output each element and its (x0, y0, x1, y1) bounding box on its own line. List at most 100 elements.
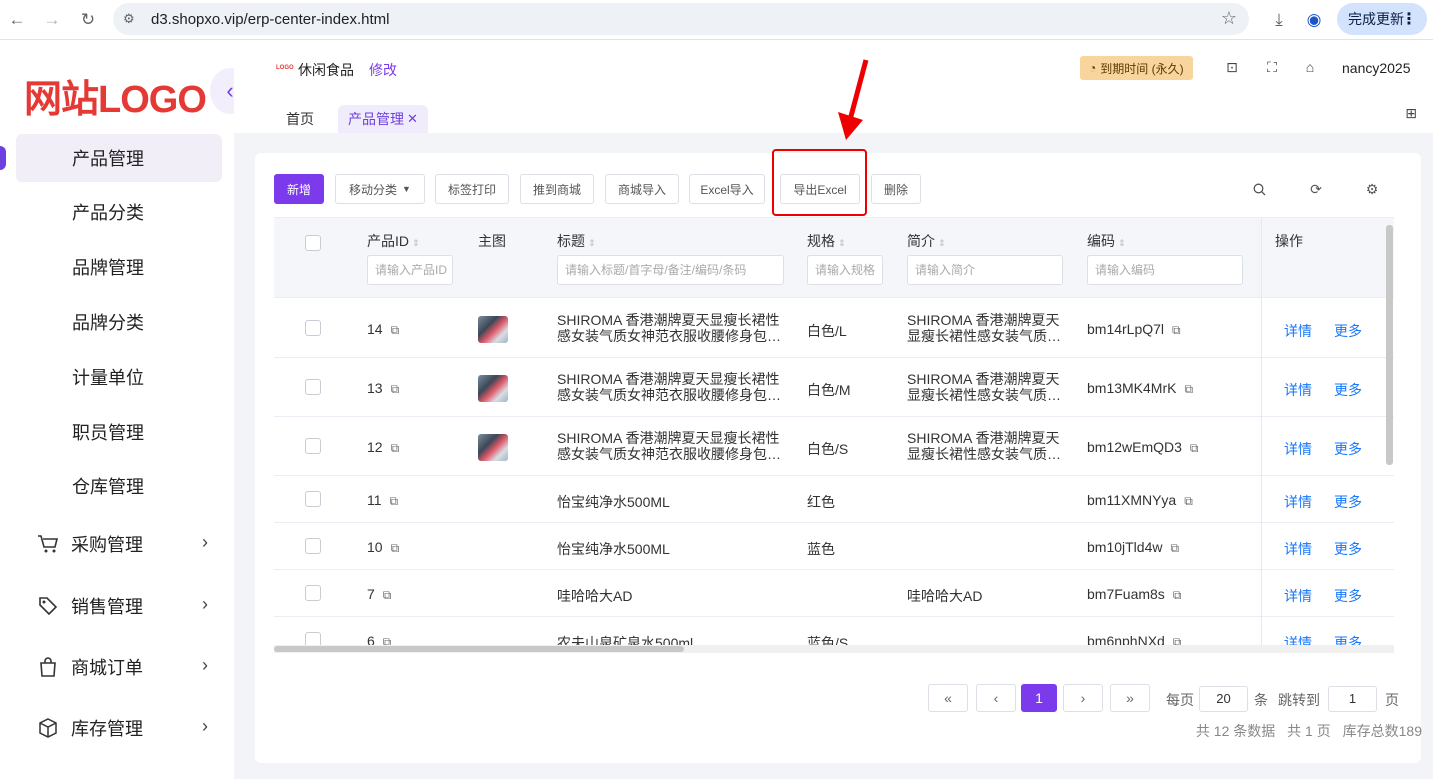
sidebar-group-purchase[interactable]: 采购管理 › (16, 520, 222, 568)
more-link[interactable]: 更多 (1334, 539, 1362, 559)
more-link[interactable]: 更多 (1334, 586, 1362, 606)
sidebar-item-product-category[interactable]: 产品分类 (16, 188, 222, 236)
back-icon[interactable]: ← (5, 8, 29, 32)
store-icon[interactable]: ⊡ (1223, 58, 1241, 76)
copy-icon[interactable]: ⧉ (1190, 441, 1199, 455)
row-checkbox[interactable] (305, 438, 321, 454)
tab-home[interactable]: 首页 (276, 105, 324, 133)
id-filter-input[interactable]: 请输入产品ID (367, 255, 453, 285)
tab-product-management[interactable]: 产品管理 ✕ (338, 105, 428, 133)
sidebar-item-unit[interactable]: 计量单位 (16, 353, 222, 401)
table-row[interactable]: 14 ⧉ SHIROMA 香港潮牌夏天显瘦长裙性感女装气质女神范衣服收腰修身包… … (274, 299, 1394, 358)
last-page-button[interactable]: » (1110, 684, 1150, 712)
reload-icon[interactable]: ↻ (76, 8, 100, 32)
prev-page-button[interactable]: ‹ (976, 684, 1016, 712)
table-row[interactable]: 11 ⧉ 怡宝纯净水500ML 红色 bm11XMNYya ⧉ 详情 更多 (274, 476, 1394, 523)
bookmark-star-icon[interactable]: ☆ (1221, 8, 1237, 29)
detail-link[interactable]: 详情 (1284, 492, 1312, 512)
sidebar-item-warehouse[interactable]: 仓库管理 (16, 462, 222, 510)
more-link[interactable]: 更多 (1334, 439, 1362, 459)
row-checkbox[interactable] (305, 491, 321, 507)
per-page-input[interactable]: 20 (1199, 686, 1248, 712)
download-icon[interactable]: ⤓ (1267, 8, 1291, 32)
row-checkbox[interactable] (305, 538, 321, 554)
row-checkbox[interactable] (305, 585, 321, 601)
more-link[interactable]: 更多 (1334, 380, 1362, 400)
table-row[interactable]: 12 ⧉ SHIROMA 香港潮牌夏天显瘦长裙性感女装气质女神范衣服收腰修身包… … (274, 417, 1394, 476)
scrollbar-thumb[interactable] (274, 646, 684, 652)
jump-page-input[interactable]: 1 (1328, 686, 1377, 712)
copy-icon[interactable]: ⧉ (390, 494, 399, 508)
column-header-desc[interactable]: 简介 ⇕ (907, 231, 946, 251)
copy-icon[interactable]: ⧉ (391, 541, 400, 555)
copy-icon[interactable]: ⧉ (391, 323, 400, 337)
sidebar-item-staff[interactable]: 职员管理 (16, 408, 222, 456)
search-icon[interactable] (1250, 180, 1268, 198)
column-header-title[interactable]: 标题 ⇕ (557, 231, 596, 251)
sort-icon[interactable]: ⇕ (588, 238, 596, 248)
next-page-button[interactable]: › (1063, 684, 1103, 712)
column-header-id[interactable]: 产品ID ⇕ (367, 231, 420, 251)
sidebar-item-brand-category[interactable]: 品牌分类 (16, 298, 222, 346)
excel-import-button[interactable]: Excel导入 (689, 174, 765, 204)
fullscreen-icon[interactable]: ⛶ (1263, 58, 1281, 76)
menu-dots-icon[interactable]: ⋮ (1401, 9, 1417, 29)
forward-icon[interactable]: → (40, 8, 64, 32)
desc-filter-input[interactable]: 请输入简介 (907, 255, 1063, 285)
update-button[interactable]: 完成更新 ⋮ (1337, 3, 1427, 35)
title-filter-input[interactable]: 请输入标题/首字母/备注/编码/条码 (557, 255, 784, 285)
sidebar-group-mall-orders[interactable]: 商城订单 › (16, 643, 222, 691)
spec-filter-input[interactable]: 请输入规格 (807, 255, 883, 285)
copy-icon[interactable]: ⧉ (1172, 323, 1181, 337)
detail-link[interactable]: 详情 (1284, 539, 1312, 559)
copy-icon[interactable]: ⧉ (391, 382, 400, 396)
copy-icon[interactable]: ⧉ (1184, 382, 1193, 396)
profile-icon[interactable]: ◉ (1302, 8, 1326, 32)
scrollbar-thumb[interactable] (1386, 225, 1393, 465)
sort-icon[interactable]: ⇕ (838, 238, 846, 248)
detail-link[interactable]: 详情 (1284, 380, 1312, 400)
move-category-button[interactable]: 移动分类 ▼ (335, 174, 425, 204)
sort-icon[interactable]: ⇕ (938, 238, 946, 248)
horizontal-scrollbar[interactable] (274, 645, 1394, 653)
site-info-icon[interactable]: ⚙ (123, 11, 135, 27)
copy-icon[interactable]: ⧉ (391, 441, 400, 455)
add-button[interactable]: 新增 (274, 174, 324, 204)
table-row[interactable]: 7 ⧉ 哇哈哈大AD 哇哈哈大AD bm7Fuam8s ⧉ 详情 更多 (274, 570, 1394, 617)
product-thumbnail[interactable] (478, 316, 508, 343)
delete-button[interactable]: 删除 (871, 174, 921, 204)
copy-icon[interactable]: ⧉ (1184, 494, 1193, 508)
home-icon[interactable]: ⌂ (1301, 58, 1319, 76)
mall-import-button[interactable]: 商城导入 (605, 174, 679, 204)
edit-shop-link[interactable]: 修改 (369, 60, 397, 80)
address-bar[interactable]: ⚙ d3.shopxo.vip/erp-center-index.html ☆ (113, 3, 1249, 35)
copy-icon[interactable]: ⧉ (1173, 588, 1182, 602)
select-all-checkbox[interactable] (305, 235, 321, 251)
column-header-code[interactable]: 编码 ⇕ (1087, 231, 1126, 251)
username[interactable]: nancy2025 (1342, 60, 1411, 76)
detail-link[interactable]: 详情 (1284, 586, 1312, 606)
refresh-icon[interactable]: ⟳ (1307, 180, 1325, 198)
product-thumbnail[interactable] (478, 375, 508, 402)
print-label-button[interactable]: 标签打印 (435, 174, 509, 204)
sidebar-group-sales[interactable]: 销售管理 › (16, 582, 222, 630)
code-filter-input[interactable]: 请输入编码 (1087, 255, 1243, 285)
product-thumbnail[interactable] (478, 434, 508, 461)
column-header-spec[interactable]: 规格 ⇕ (807, 231, 846, 251)
detail-link[interactable]: 详情 (1284, 439, 1312, 459)
more-link[interactable]: 更多 (1334, 321, 1362, 341)
row-checkbox[interactable] (305, 379, 321, 395)
row-checkbox[interactable] (305, 320, 321, 336)
table-row[interactable]: 10 ⧉ 怡宝纯净水500ML 蓝色 bm10jTld4w ⧉ 详情 更多 (274, 523, 1394, 570)
grid-icon[interactable]: ⊞ (1405, 105, 1417, 122)
table-row[interactable]: 13 ⧉ SHIROMA 香港潮牌夏天显瘦长裙性感女装气质女神范衣服收腰修身包… … (274, 358, 1394, 417)
sidebar-group-inventory[interactable]: 库存管理 › (16, 704, 222, 752)
copy-icon[interactable]: ⧉ (383, 588, 392, 602)
settings-icon[interactable]: ⚙ (1363, 180, 1381, 198)
vertical-scrollbar[interactable] (1385, 217, 1394, 467)
more-link[interactable]: 更多 (1334, 492, 1362, 512)
close-tab-icon[interactable]: ✕ (407, 111, 418, 127)
copy-icon[interactable]: ⧉ (1170, 541, 1179, 555)
sort-icon[interactable]: ⇕ (412, 238, 420, 248)
push-to-mall-button[interactable]: 推到商城 (520, 174, 594, 204)
